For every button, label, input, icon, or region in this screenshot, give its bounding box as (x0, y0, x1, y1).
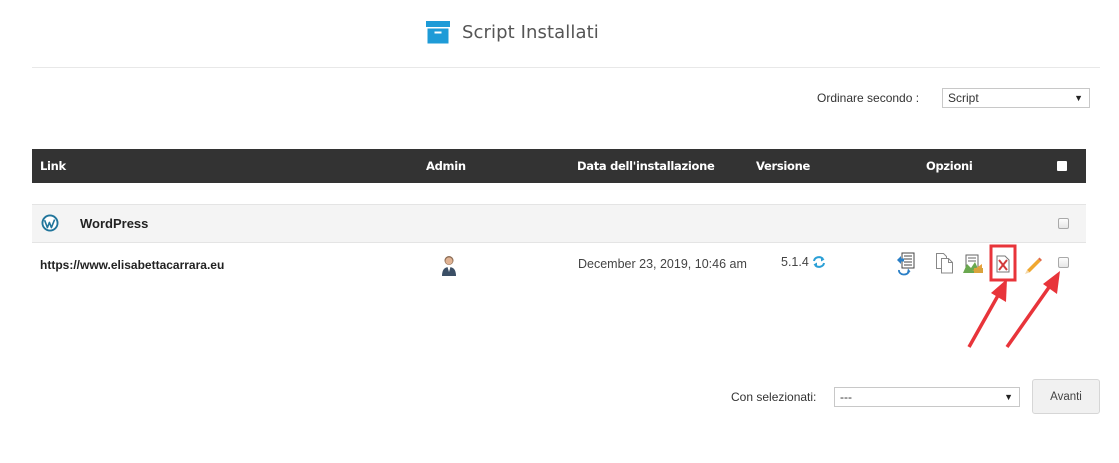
column-header-install-date: Data dell'installazione (577, 159, 715, 173)
column-header-version: Versione (756, 159, 811, 173)
table-row: https://www.elisabettacarrara.eu Decembe… (32, 243, 1086, 303)
dropdown-arrow-icon: ▼ (1074, 93, 1083, 103)
staging-icon[interactable] (962, 254, 984, 274)
page-title: Script Installati (462, 21, 599, 43)
backup-icon[interactable] (896, 252, 916, 276)
table-header: Link Admin Data dell'installazione Versi… (32, 149, 1086, 183)
avanti-button[interactable]: Avanti (1032, 379, 1100, 414)
bulk-action-label: Con selezionati: (731, 390, 817, 404)
sort-select-value: Script (948, 91, 979, 105)
admin-user-icon[interactable] (441, 255, 457, 277)
column-header-options: Opzioni (926, 159, 973, 173)
version-cell: 5.1.4 (781, 255, 826, 269)
page-header: Script Installati (0, 0, 1119, 66)
select-all-checkbox[interactable] (1057, 161, 1067, 171)
group-checkbox[interactable] (1058, 218, 1069, 229)
column-header-link: Link (40, 159, 66, 173)
installation-link[interactable]: https://www.elisabettacarrara.eu (40, 258, 224, 272)
wordpress-logo-icon (41, 214, 59, 232)
row-checkbox[interactable] (1058, 257, 1069, 268)
bulk-action-select[interactable]: --- ▼ (834, 387, 1020, 407)
column-header-admin: Admin (426, 159, 466, 173)
remove-icon[interactable] (996, 255, 1010, 273)
clone-icon[interactable] (935, 252, 955, 274)
script-group-row: WordPress (32, 204, 1086, 243)
sort-label: Ordinare secondo : (817, 91, 920, 105)
bulk-action-select-value: --- (840, 390, 852, 404)
page-title-wrap: Script Installati (425, 18, 599, 46)
script-group-name: WordPress (80, 216, 149, 231)
sort-select[interactable]: Script ▼ (942, 88, 1090, 108)
edit-pencil-icon[interactable] (1023, 254, 1043, 274)
header-divider (32, 67, 1100, 68)
archive-box-icon (426, 21, 450, 44)
installation-date: December 23, 2019, 10:46 am (578, 257, 747, 271)
version-number: 5.1.4 (781, 255, 809, 269)
update-refresh-icon[interactable] (812, 256, 826, 268)
dropdown-arrow-icon: ▼ (1004, 392, 1013, 402)
